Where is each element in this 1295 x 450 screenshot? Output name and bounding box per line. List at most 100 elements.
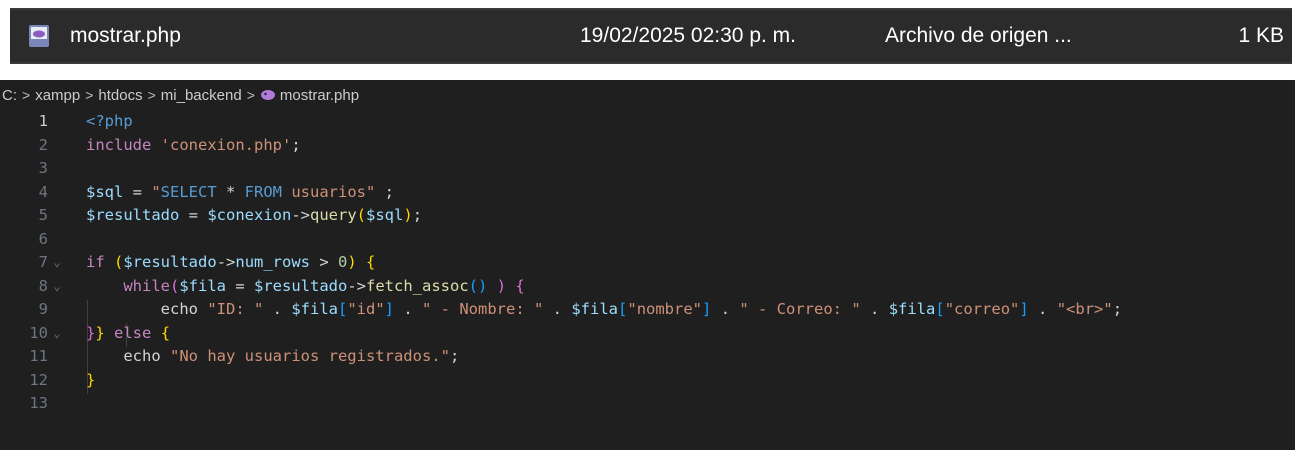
semicolon: ;	[1112, 300, 1123, 318]
sql-keyword: FROM	[244, 182, 282, 201]
bracket: {	[160, 323, 171, 342]
variable: $sql	[366, 206, 404, 224]
code-line[interactable]: 9 echo "ID: " . $fila["id"] . " - Nombre…	[0, 298, 1295, 322]
fold-chevron-icon[interactable]: ⌄	[48, 322, 66, 346]
fold-chevron-icon[interactable]: ⌄	[48, 251, 66, 275]
code-line[interactable]: 4 $sql = "SELECT * FROM usuarios" ;	[0, 181, 1295, 205]
breadcrumb-item-drive[interactable]: C:	[2, 87, 17, 104]
line-number: 3	[38, 159, 48, 177]
bracket: )	[496, 276, 507, 295]
bracket: [	[935, 300, 945, 318]
bracket: (	[356, 206, 367, 224]
string-literal: 'conexion.php'	[160, 135, 292, 154]
line-number: 8	[38, 276, 48, 295]
code-editor[interactable]: C: > xampp > htdocs > mi_backend > mostr…	[0, 80, 1295, 450]
function-call: query	[310, 206, 357, 224]
string-literal: "correo"	[944, 300, 1020, 318]
fold-gutter	[48, 204, 66, 228]
string-literal: " - Nombre: "	[422, 300, 544, 318]
line-number: 7	[38, 253, 48, 271]
code-line[interactable]: 2 include 'conexion.php';	[0, 134, 1295, 158]
code-line[interactable]: 5 $resultado = $conexion->query($sql);	[0, 204, 1295, 228]
bracket: [	[338, 300, 348, 318]
fold-gutter	[48, 228, 66, 252]
keyword: else	[104, 323, 161, 342]
keyword: while	[123, 276, 170, 295]
breadcrumb-item-mi-backend[interactable]: mi_backend	[161, 87, 242, 104]
line-number: 1	[38, 112, 48, 130]
property: num_rows	[235, 253, 311, 271]
breadcrumb-separator: >	[22, 87, 31, 103]
line-number: 9	[38, 300, 48, 318]
string-literal: "nombre"	[627, 300, 703, 318]
string-literal: " - Correo: "	[739, 300, 861, 318]
breadcrumb-item-xampp[interactable]: xampp	[35, 87, 80, 104]
function-call: fetch_assoc	[366, 276, 469, 295]
code-line[interactable]: 8 ⌄ while($fila = $resultado->fetch_asso…	[0, 275, 1295, 299]
bracket: ]	[1019, 300, 1029, 318]
operator: .	[1028, 300, 1057, 318]
string-literal: "id"	[347, 300, 385, 318]
fold-gutter	[48, 181, 66, 205]
variable: $conexion	[207, 206, 292, 224]
keyword: include	[86, 135, 152, 154]
breadcrumb-separator: >	[85, 87, 94, 103]
breadcrumb: C: > xampp > htdocs > mi_backend > mostr…	[0, 80, 1295, 110]
code-line[interactable]: 6	[0, 228, 1295, 252]
code-line[interactable]: 10 ⌄ }} else {	[0, 322, 1295, 346]
operator: =	[179, 206, 208, 224]
breadcrumb-item-file[interactable]: mostrar.php	[280, 87, 359, 104]
operator: >	[310, 253, 339, 271]
operator: ->	[291, 206, 310, 224]
bracket: ()	[468, 276, 488, 295]
line-number: 13	[29, 394, 48, 412]
bracket: ]	[702, 300, 712, 318]
string-literal: "ID: "	[207, 300, 264, 318]
code-area[interactable]: 1 <?php 2 include 'conexion.php'; 3 4 $s…	[0, 110, 1295, 416]
file-list-row[interactable]: mostrar.php 19/02/2025 02:30 p. m. Archi…	[10, 8, 1292, 64]
code-line[interactable]: 3	[0, 157, 1295, 181]
bracket: ]	[384, 300, 395, 318]
string-literal: "No hay usuarios registrados."	[170, 347, 450, 365]
sql-keyword: SELECT	[160, 182, 217, 201]
file-size: 1 KB	[1238, 24, 1284, 47]
variable: $fila	[571, 300, 619, 318]
bracket: )	[403, 206, 413, 224]
operator: ->	[347, 276, 367, 295]
operator: =	[226, 276, 255, 295]
operator: .	[263, 300, 292, 318]
fold-gutter	[48, 298, 66, 322]
code-line[interactable]: 7 ⌄ if ($resultado->num_rows > 0) {	[0, 251, 1295, 275]
semicolon: ;	[375, 182, 394, 201]
string-quote: "	[151, 182, 161, 201]
operator: ->	[216, 253, 236, 271]
variable: $resultado	[123, 253, 217, 271]
variable: $resultado	[86, 206, 180, 224]
code-line[interactable]: 11 echo "No hay usuarios registrados.";	[0, 345, 1295, 369]
code-line[interactable]: 1 <?php	[0, 110, 1295, 134]
code-line[interactable]: 13	[0, 392, 1295, 416]
operator: .	[543, 300, 572, 318]
fold-chevron-icon[interactable]: ⌄	[48, 275, 66, 299]
breadcrumb-item-htdocs[interactable]: htdocs	[98, 87, 142, 104]
bracket: {	[515, 276, 525, 295]
fold-gutter	[48, 369, 66, 393]
semicolon: ;	[412, 206, 423, 224]
file-modified-date: 19/02/2025 02:30 p. m.	[580, 24, 796, 47]
keyword: echo	[123, 347, 170, 365]
breadcrumb-separator: >	[246, 87, 255, 103]
variable: $fila	[888, 300, 936, 318]
fold-gutter	[48, 157, 66, 181]
code-line[interactable]: 12 }	[0, 369, 1295, 393]
line-number: 5	[38, 206, 48, 224]
bracket: }	[95, 323, 105, 342]
php-file-icon	[29, 25, 49, 47]
fold-gutter	[48, 345, 66, 369]
bracket: }	[86, 370, 96, 389]
breadcrumb-separator: >	[147, 87, 156, 103]
php-file-icon	[260, 90, 275, 100]
operator: .	[711, 300, 740, 318]
fold-gutter	[48, 134, 66, 158]
bracket: )	[347, 253, 357, 271]
